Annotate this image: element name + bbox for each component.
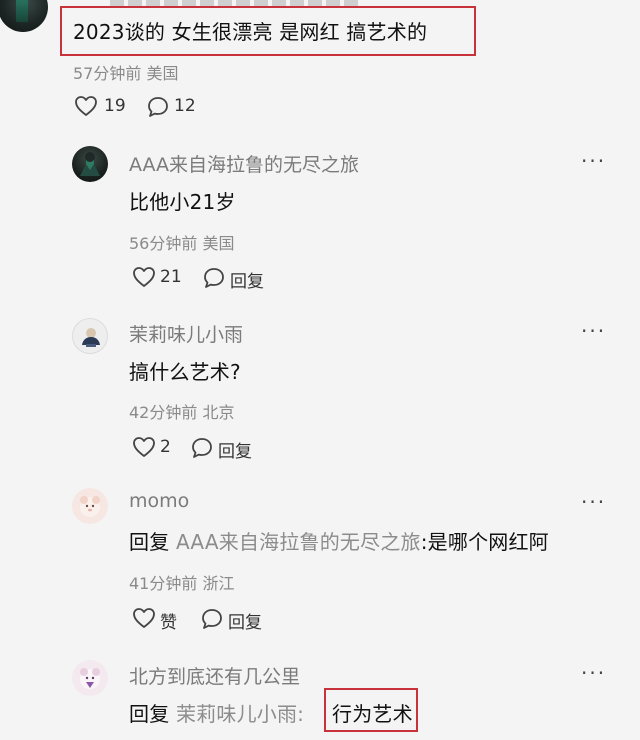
like-label: 赞 bbox=[160, 613, 177, 633]
avatar[interactable] bbox=[72, 660, 108, 696]
reply-text: 行为艺术 bbox=[332, 702, 413, 726]
username[interactable]: momo bbox=[129, 490, 189, 512]
reply-target-username[interactable]: 茉莉味儿小雨 bbox=[176, 702, 297, 726]
more-icon[interactable]: ··· bbox=[581, 149, 606, 173]
comment-icon[interactable] bbox=[146, 95, 170, 119]
reply-count: 12 bbox=[174, 96, 196, 116]
comment-icon[interactable] bbox=[190, 436, 214, 460]
top-comment-meta: 57分钟前 美国 bbox=[73, 64, 179, 83]
comment-icon[interactable] bbox=[200, 607, 224, 631]
reply-button[interactable]: 回复 bbox=[230, 267, 264, 292]
reply-button[interactable]: 回复 bbox=[218, 437, 252, 462]
heart-icon[interactable] bbox=[132, 436, 156, 458]
reply-prefix: 回复 bbox=[129, 530, 170, 554]
reply-target-username[interactable]: AAA来自海拉鲁的无尽之旅 bbox=[176, 530, 421, 554]
top-comment-text: 2023谈的 女生很漂亮 是网红 搞艺术的 bbox=[73, 20, 428, 44]
username[interactable]: AAA来自海拉鲁的无尽之旅 bbox=[129, 150, 359, 177]
separator: : bbox=[297, 702, 305, 726]
reply-text-line: 回复 AAA来自海拉鲁的无尽之旅:是哪个网红阿 bbox=[129, 526, 549, 555]
more-icon[interactable]: ··· bbox=[581, 661, 606, 685]
like-count: 21 bbox=[160, 267, 182, 287]
reply-text-line: 回复 茉莉味儿小雨: bbox=[129, 698, 304, 727]
reply-text: :是哪个网红阿 bbox=[420, 530, 549, 554]
heart-icon[interactable] bbox=[74, 95, 98, 117]
reply-meta: 42分钟前 北京 bbox=[129, 403, 235, 422]
avatar[interactable] bbox=[72, 146, 108, 182]
heart-icon[interactable] bbox=[132, 607, 156, 629]
reply-meta: 56分钟前 美国 bbox=[129, 234, 235, 253]
like-count: 19 bbox=[104, 96, 126, 116]
top-comment-avatar[interactable] bbox=[0, 0, 48, 32]
reply-button[interactable]: 回复 bbox=[228, 608, 262, 633]
like-count: 2 bbox=[160, 437, 171, 457]
comment-icon[interactable] bbox=[202, 266, 226, 290]
reply-prefix: 回复 bbox=[129, 702, 170, 726]
heart-icon[interactable] bbox=[132, 266, 156, 288]
avatar[interactable] bbox=[72, 318, 108, 354]
more-icon[interactable]: ··· bbox=[581, 319, 606, 343]
reply-text: 比他小21岁 bbox=[129, 190, 236, 214]
reply-text: 搞什么艺术? bbox=[129, 360, 241, 384]
username[interactable]: 北方到底还有几公里 bbox=[129, 662, 300, 689]
avatar[interactable] bbox=[72, 488, 108, 524]
username[interactable]: 茉莉味儿小雨 bbox=[129, 320, 243, 347]
more-icon[interactable]: ··· bbox=[581, 490, 606, 514]
reply-meta: 41分钟前 浙江 bbox=[129, 574, 235, 593]
